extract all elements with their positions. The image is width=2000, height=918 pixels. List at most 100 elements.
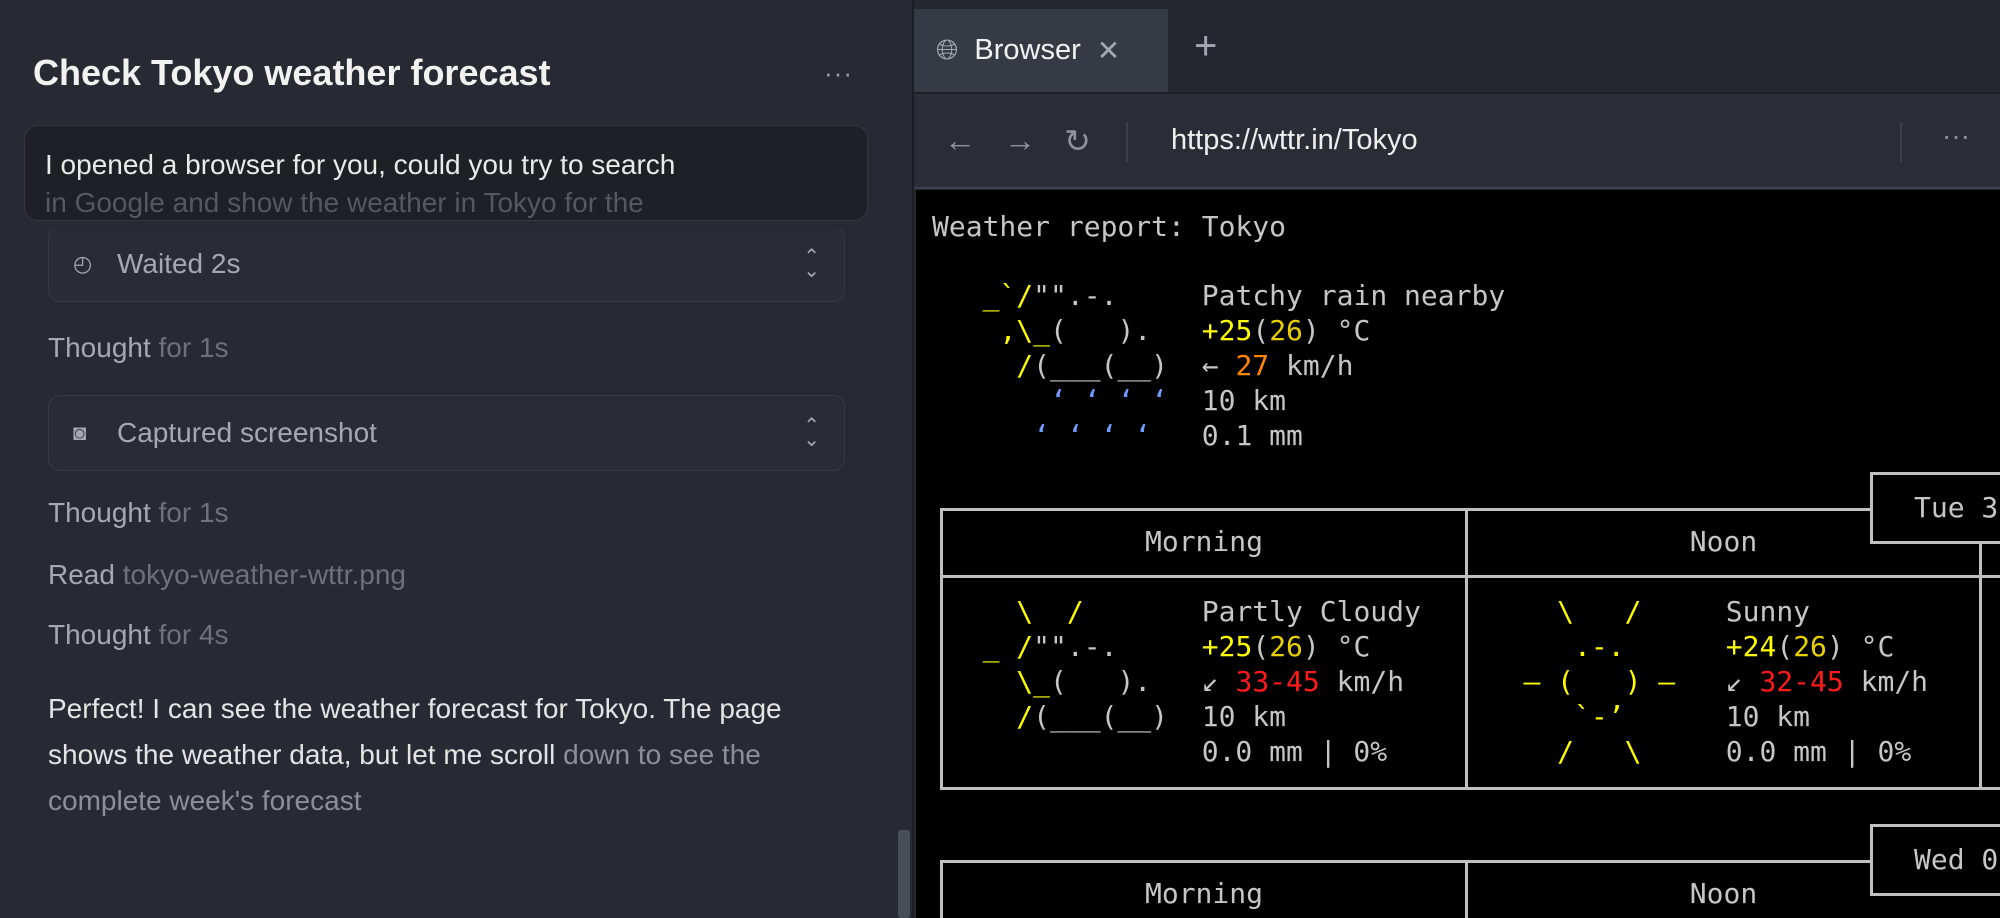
text-line: `-’ 10 km: [1456, 699, 1928, 734]
step-label: Captured screenshot: [117, 417, 377, 448]
text-segment: ↙: [1151, 665, 1236, 698]
text-line: 0.0 mm | 0%: [932, 734, 1421, 769]
step-label: Thought: [48, 619, 151, 650]
text-segment: [1151, 314, 1202, 347]
text-segment: Sunny: [1641, 595, 1811, 628]
text-segment: /: [1016, 349, 1034, 382]
text-segment: km/h: [1843, 665, 1929, 698]
text-segment: "".-.: [1033, 279, 1118, 312]
text-segment: \_: [1016, 665, 1051, 698]
text-line: _`/"".-. Patchy rain nearby: [932, 278, 1506, 313]
text-segment: 10 km: [1168, 384, 1287, 417]
text-segment: +24: [1725, 630, 1777, 663]
text-segment: [932, 665, 1016, 698]
text-line: ‘ ‘ ‘ ‘ 10 km: [932, 383, 1505, 418]
text-segment: 10 km: [1624, 700, 1811, 733]
thought-step[interactable]: Thought for 1s: [48, 497, 229, 529]
text-segment: /: [1016, 700, 1034, 733]
user-message: I opened a browser for you, could you tr…: [24, 125, 868, 221]
new-tab-button[interactable]: +: [1194, 24, 1217, 69]
text-segment: 10 km: [1168, 700, 1287, 733]
text-segment: 0.0 mm | 0%: [1641, 735, 1912, 768]
forward-icon[interactable]: →: [1004, 122, 1036, 159]
text-segment: (___(__): [1033, 349, 1169, 382]
back-icon[interactable]: ←: [944, 122, 976, 159]
text-segment: [932, 314, 999, 347]
text-segment: Patchy rain nearby: [1117, 279, 1506, 312]
text-line: \ / Partly Cloudy: [932, 594, 1421, 629]
step-detail: for 1s: [158, 497, 229, 528]
thought-step[interactable]: Thought for 4s: [48, 619, 229, 651]
current-weather: _`/"".-. Patchy rain nearby ,\_( ). +25(…: [932, 278, 1506, 453]
text-segment: 27: [1235, 349, 1270, 382]
text-line: _ /"".-. +25(26) °C: [932, 629, 1421, 664]
task-title: Check Tokyo weather forecast: [33, 52, 551, 93]
text-line: /(___(__) ← 27 km/h: [932, 348, 1505, 383]
text-segment: / \: [1557, 735, 1642, 768]
reload-icon[interactable]: ↻: [1064, 122, 1091, 160]
text-line: \ / Sunny: [1456, 594, 1928, 629]
text-segment: [1625, 630, 1726, 663]
waited-step[interactable]: ◴ Waited 2s ⌃ ⌄: [48, 226, 845, 302]
scrollbar[interactable]: [898, 830, 910, 918]
browser-panel: 🌐︎ Browser ✕ + ← → ↻ https://wttr.in/Tok…: [914, 0, 2000, 918]
text-line: /(___(__) 10 km: [932, 699, 1421, 734]
read-step[interactable]: Read tokyo-weather-wttr.png: [48, 559, 406, 591]
assistant-response: Perfect! I can see the weather forecast …: [48, 686, 848, 824]
text-segment: 26: [1269, 314, 1303, 347]
text-segment: 26: [1269, 630, 1303, 663]
text-segment: ↙: [1675, 665, 1760, 698]
text-segment: 0.0 mm | 0%: [932, 735, 1388, 768]
text-segment: [932, 595, 1016, 628]
step-label: Thought: [48, 497, 151, 528]
globe-icon: 🌐︎: [936, 34, 959, 65]
thought-step[interactable]: Thought for 1s: [48, 332, 229, 364]
captured-screenshot-step[interactable]: ◙ Captured screenshot ⌃ ⌄: [48, 395, 845, 471]
text-segment: ,\_: [999, 314, 1051, 347]
text-segment: [1117, 630, 1201, 663]
tab-browser[interactable]: 🌐︎ Browser ✕: [914, 9, 1168, 92]
text-segment: "".-.: [1033, 630, 1118, 663]
more-options-button[interactable]: ···: [824, 58, 853, 89]
text-segment: 32-45: [1759, 665, 1844, 698]
text-segment: \ /: [1016, 595, 1084, 628]
text-segment: [1456, 595, 1557, 628]
separator: [1126, 122, 1128, 162]
text-segment: km/h: [1269, 349, 1354, 382]
text-segment: ( ).: [1050, 665, 1152, 698]
browser-menu-button[interactable]: ···: [1942, 120, 1970, 152]
separator: [1900, 122, 1902, 162]
text-segment: [932, 384, 1050, 417]
step-detail: for 1s: [158, 332, 229, 363]
text-segment: _`/: [982, 279, 1034, 312]
text-segment: km/h: [1319, 665, 1405, 698]
text-segment: \ /: [1557, 595, 1642, 628]
tab-label: Browser: [974, 34, 1081, 66]
text-segment: ‘ ‘ ‘ ‘: [1033, 419, 1152, 452]
text-segment: +25: [1201, 630, 1253, 663]
text-segment: _ /: [982, 630, 1034, 663]
page-content: Weather report: Tokyo _`/"".-. Patchy ra…: [916, 190, 2000, 918]
expand-chevron-icon: ⌃ ⌄: [803, 246, 820, 282]
text-line: ― ( ) ― ↙ 32-45 km/h: [1456, 664, 1928, 699]
expand-chevron-icon: ⌃ ⌄: [803, 415, 820, 451]
table-divider: [1979, 508, 1982, 790]
step-label: Thought: [48, 332, 151, 363]
date-label: Wed 0: [1914, 843, 1999, 876]
text-segment: (: [1776, 630, 1794, 663]
text-segment: 0.1 mm: [1151, 419, 1303, 452]
close-tab-icon[interactable]: ✕: [1097, 34, 1120, 67]
text-segment: [1456, 735, 1557, 768]
chat-panel: Check Tokyo weather forecast ··· I opene…: [0, 0, 914, 918]
url-field[interactable]: https://wttr.in/Tokyo: [1171, 124, 1418, 157]
period-morning: Morning: [1144, 525, 1263, 558]
step-label: Read: [48, 559, 115, 590]
text-segment: 33-45: [1235, 665, 1320, 698]
text-segment: Partly Cloudy: [1083, 595, 1421, 628]
text-segment: [932, 700, 1016, 733]
step-detail: for 4s: [158, 619, 229, 650]
text-line: / \ 0.0 mm | 0%: [1456, 734, 1928, 769]
text-segment: ( ).: [1050, 314, 1152, 347]
date-label: Tue 3: [1914, 491, 1999, 524]
text-segment: [932, 630, 983, 663]
